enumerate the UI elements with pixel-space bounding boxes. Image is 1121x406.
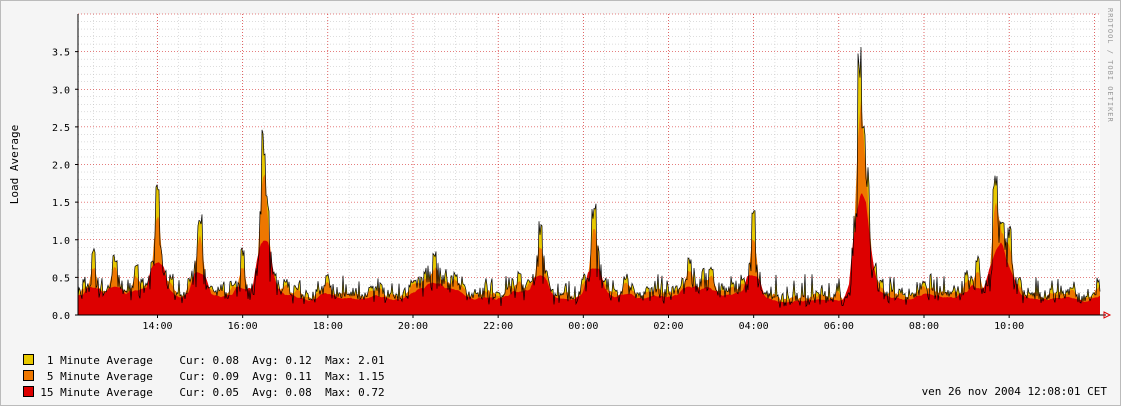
y-axis-label: Load Average (8, 125, 21, 204)
x-tick-label: 04:00 (739, 321, 769, 332)
x-tick-label: 16:00 (228, 321, 258, 332)
y-tick-label: 0.0 (52, 311, 70, 322)
legend-swatch-fifteen-minute (23, 386, 35, 397)
y-tick-label: 1.5 (52, 198, 70, 209)
x-tick-label: 02:00 (653, 321, 683, 332)
x-tick-label: 06:00 (824, 321, 854, 332)
legend-label: 15 Minute Average (40, 386, 153, 399)
x-tick-label: 18:00 (313, 321, 343, 332)
y-tick-label: 3.0 (52, 85, 70, 96)
x-tick-label: 20:00 (398, 321, 428, 332)
rrdtool-watermark: RRDTOOL / TOBI OETIKER (1106, 8, 1114, 123)
legend-five-minute: 5 Minute Average Cur: 0.09 Avg: 0.11 Max… (10, 356, 385, 383)
y-tick-label: 3.5 (52, 48, 70, 59)
legend-one-minute: 1 Minute Average Cur: 0.08 Avg: 0.12 Max… (10, 340, 385, 367)
legend-max: Max: 0.72 (325, 386, 385, 399)
x-tick-label: 22:00 (483, 321, 513, 332)
legend-avg: Avg: 0.08 (252, 386, 312, 399)
legend-cur: Cur: 0.05 (179, 386, 239, 399)
x-axis-ticks: 14:00 16:00 18:00 20:00 22:00 00:00 02:00 04:00… (142, 315, 1024, 332)
y-tick-label: 2.0 (52, 161, 70, 172)
x-tick-label: 10:00 (994, 321, 1024, 332)
x-tick-label: 14:00 (142, 321, 172, 332)
y-tick-label: 1.0 (52, 236, 70, 247)
y-tick-label: 2.5 (52, 123, 70, 134)
timestamp: ven 26 nov 2004 12:08:01 CET (921, 385, 1107, 398)
legend-fifteen-minute: 15 Minute Average Cur: 0.05 Avg: 0.08 Ma… (10, 372, 385, 399)
x-tick-label: 08:00 (909, 321, 939, 332)
y-tick-label: 0.5 (52, 273, 70, 284)
x-tick-label: 00:00 (568, 321, 598, 332)
y-axis-ticks: 0.0 0.5 1.0 1.5 2.0 2.5 3.0 3.5 (52, 48, 78, 322)
